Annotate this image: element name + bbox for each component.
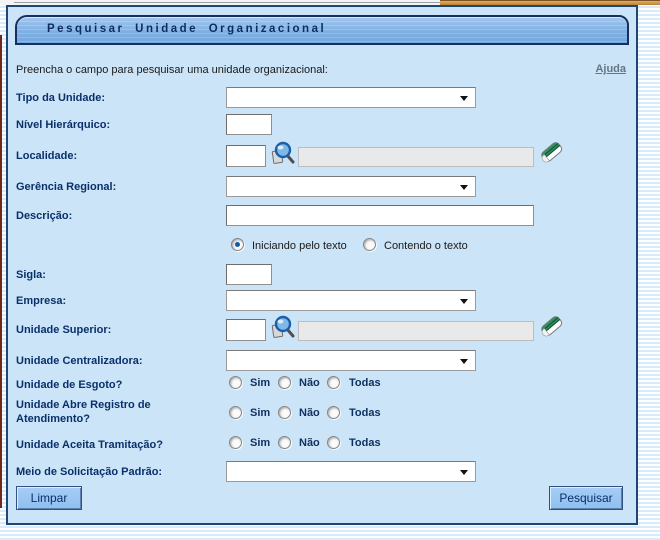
panel-titlebar: Pesquisar Unidade Organizacional xyxy=(15,15,629,45)
pesquisar-button[interactable]: Pesquisar xyxy=(549,486,623,510)
chevron-down-icon xyxy=(460,470,468,475)
esgoto-nao-radio[interactable] xyxy=(278,376,291,389)
gerencia-regional-label: Gerência Regional: xyxy=(16,180,221,194)
iniciando-pelo-texto-label: Iniciando pelo texto xyxy=(252,240,347,252)
esgoto-sim-label: Sim xyxy=(250,377,270,389)
unidade-centralizadora-label: Unidade Centralizadora: xyxy=(16,354,221,368)
unidade-superior-label: Unidade Superior: xyxy=(16,323,221,337)
radio-selected-dot xyxy=(235,242,240,247)
pesquisar-unidade-panel: Pesquisar Unidade Organizacional Preench… xyxy=(6,5,638,525)
chevron-down-icon xyxy=(460,359,468,364)
ajuda-link[interactable]: Ajuda xyxy=(595,63,626,75)
abre-registro-sim-label: Sim xyxy=(250,407,270,419)
localidade-codigo-input[interactable] xyxy=(226,145,266,167)
empresa-label: Empresa: xyxy=(16,294,221,308)
gerencia-regional-selected-value xyxy=(227,177,475,180)
chevron-down-icon xyxy=(460,96,468,101)
aceita-tramitacao-todas-radio[interactable] xyxy=(327,436,340,449)
chevron-down-icon xyxy=(460,185,468,190)
gerencia-regional-select[interactable] xyxy=(226,176,476,197)
tipo-da-unidade-selected-value xyxy=(227,88,475,91)
aceita-tramitacao-todas-label: Todas xyxy=(349,437,381,449)
tipo-da-unidade-label: Tipo da Unidade: xyxy=(16,91,221,105)
abre-registro-nao-label: Não xyxy=(299,407,320,419)
abre-registro-nao-radio[interactable] xyxy=(278,406,291,419)
unidade-centralizadora-select[interactable] xyxy=(226,350,476,371)
abre-registro-sim-radio[interactable] xyxy=(229,406,242,419)
sigla-label: Sigla: xyxy=(16,268,221,282)
descricao-label: Descrição: xyxy=(16,209,221,223)
abre-registro-todas-radio[interactable] xyxy=(327,406,340,419)
aceita-tramitacao-nao-radio[interactable] xyxy=(278,436,291,449)
empresa-select[interactable] xyxy=(226,290,476,311)
nivel-hierarquico-input[interactable] xyxy=(226,114,272,135)
aceita-tramitacao-nao-label: Não xyxy=(299,437,320,449)
abre-registro-todas-label: Todas xyxy=(349,407,381,419)
localidade-nome-readonly-field xyxy=(298,147,534,167)
aceita-tramitacao-label: Unidade Aceita Tramitação? xyxy=(16,438,221,452)
instruction-text: Preencha o campo para pesquisar uma unid… xyxy=(16,64,328,76)
unidade-centralizadora-selected-value xyxy=(227,351,475,354)
chevron-down-icon xyxy=(460,299,468,304)
iniciando-pelo-texto-radio[interactable] xyxy=(231,238,244,251)
limpar-button[interactable]: Limpar xyxy=(16,486,82,510)
contendo-o-texto-radio[interactable] xyxy=(363,238,376,251)
page-left-edge xyxy=(0,35,2,508)
unidade-de-esgoto-label: Unidade de Esgoto? xyxy=(16,378,221,392)
esgoto-todas-radio[interactable] xyxy=(327,376,340,389)
aceita-tramitacao-sim-label: Sim xyxy=(250,437,270,449)
esgoto-sim-radio[interactable] xyxy=(229,376,242,389)
contendo-o-texto-label: Contendo o texto xyxy=(384,240,468,252)
meio-solicitacao-selected-value xyxy=(227,462,475,465)
unidade-superior-search-magnifier-icon[interactable] xyxy=(269,315,296,342)
esgoto-nao-label: Não xyxy=(299,377,320,389)
abre-registro-label: Unidade Abre Registro de Atendimento? xyxy=(16,398,216,426)
localidade-search-magnifier-icon[interactable] xyxy=(269,141,296,168)
unidade-superior-nome-readonly-field xyxy=(298,321,534,341)
meio-solicitacao-select[interactable] xyxy=(226,461,476,482)
page-title: Pesquisar Unidade Organizacional xyxy=(17,17,627,35)
aceita-tramitacao-sim-radio[interactable] xyxy=(229,436,242,449)
unidade-superior-codigo-input[interactable] xyxy=(226,319,266,341)
esgoto-todas-label: Todas xyxy=(349,377,381,389)
sigla-input[interactable] xyxy=(226,264,272,285)
meio-solicitacao-label: Meio de Solicitação Padrão: xyxy=(16,465,221,479)
page-top-divider xyxy=(14,2,440,3)
descricao-input[interactable] xyxy=(226,205,534,226)
tipo-da-unidade-select[interactable] xyxy=(226,87,476,108)
unidade-superior-eraser-icon[interactable] xyxy=(538,312,565,339)
nivel-hierarquico-label: Nível Hierárquico: xyxy=(16,118,221,132)
empresa-selected-value xyxy=(227,291,475,294)
localidade-label: Localidade: xyxy=(16,149,221,163)
localidade-eraser-icon[interactable] xyxy=(538,138,565,165)
